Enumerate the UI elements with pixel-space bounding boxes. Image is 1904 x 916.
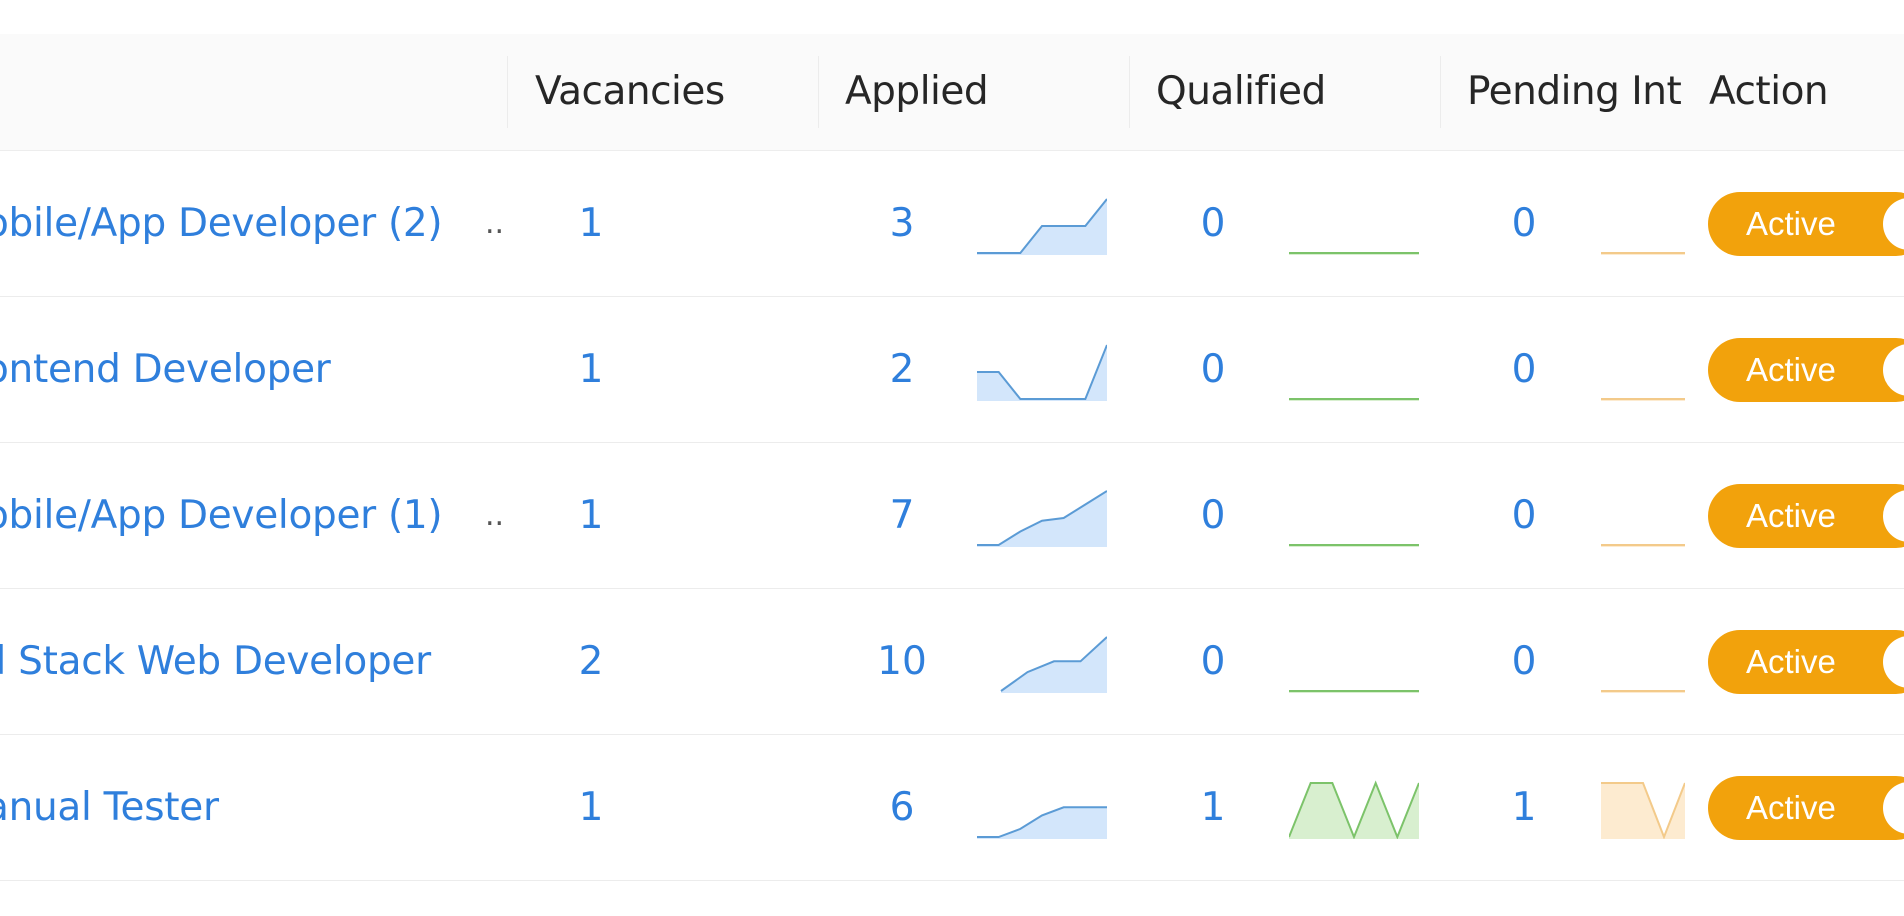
- applied-trend: [977, 806, 1107, 839]
- qualified-count[interactable]: 0: [1183, 297, 1243, 442]
- pending-interview-count[interactable]: 0: [1494, 589, 1554, 734]
- pending-sparkline: [1601, 195, 1685, 255]
- applied-trend-area: [1001, 637, 1107, 693]
- qualified-count[interactable]: 0: [1183, 443, 1243, 588]
- job-title-link[interactable]: ontend Developer: [0, 297, 331, 442]
- table-row: ontend Developer 1 2 0 0 Active: [0, 297, 1904, 443]
- table-row: obile/App Developer (2).. 1 3 0 0 Active: [0, 151, 1904, 297]
- column-header-action: Action: [1709, 69, 1829, 114]
- qualified-sparkline: [1289, 195, 1419, 255]
- toggle-knob: [1883, 344, 1904, 396]
- title-overflow-ellipsis: ..: [485, 498, 505, 533]
- toggle-knob: [1883, 782, 1904, 834]
- pending-interview-count[interactable]: 0: [1494, 443, 1554, 588]
- job-title-link[interactable]: ll Stack Web Developer: [0, 589, 431, 734]
- column-header-applied[interactable]: Applied: [845, 34, 989, 150]
- active-status-toggle[interactable]: Active: [1708, 192, 1904, 256]
- pending-interview-count[interactable]: 1: [1494, 735, 1554, 880]
- qualified-sparkline: [1289, 633, 1419, 693]
- pending-trend: [1601, 544, 1685, 547]
- active-status-toggle[interactable]: Active: [1708, 338, 1904, 402]
- table-row: obile/App Developer (1).. 1 7 0 0 Active: [0, 443, 1904, 589]
- toggle-knob: [1883, 636, 1904, 688]
- column-header-qualified[interactable]: Qualified: [1156, 34, 1326, 150]
- pending-trend: [1601, 252, 1685, 255]
- applied-sparkline: [977, 341, 1108, 401]
- applied-count[interactable]: 2: [872, 297, 932, 442]
- qualified-trend: [1288, 780, 1420, 840]
- qualified-trend: [1289, 398, 1419, 401]
- vacancies-count[interactable]: 1: [561, 151, 621, 296]
- column-separator: [507, 56, 508, 128]
- pending-trend: [1601, 398, 1685, 401]
- table-header: Vacancies Applied Qualified Pending Int …: [0, 34, 1904, 151]
- jobs-table: Vacancies Applied Qualified Pending Int …: [0, 34, 1904, 881]
- column-separator: [818, 56, 819, 128]
- table-body: obile/App Developer (2).. 1 3 0 0 Active onten…: [0, 151, 1904, 881]
- applied-trend: [1000, 636, 1108, 693]
- pending-trend-area: [1601, 783, 1685, 839]
- vacancies-count[interactable]: 1: [561, 297, 621, 442]
- pending-sparkline: [1601, 487, 1685, 547]
- column-header-vacancies[interactable]: Vacancies: [535, 34, 725, 150]
- toggle-knob: [1883, 490, 1904, 542]
- pending-trend: [1601, 782, 1686, 840]
- applied-count[interactable]: 10: [872, 589, 932, 734]
- job-title-link[interactable]: anual Tester: [0, 735, 219, 880]
- table-row: ll Stack Web Developer 2 10 0 0 Active: [0, 589, 1904, 735]
- pending-sparkline: [1601, 341, 1685, 401]
- vacancies-count[interactable]: 2: [561, 589, 621, 734]
- column-header-pending-interview[interactable]: Pending Int: [1467, 34, 1682, 150]
- active-status-toggle[interactable]: Active: [1708, 776, 1904, 840]
- title-overflow-ellipsis: ..: [485, 206, 505, 241]
- qualified-count[interactable]: 0: [1183, 589, 1243, 734]
- applied-trend-area: [977, 491, 1107, 547]
- qualified-trend: [1289, 544, 1419, 547]
- toggle-label: Active: [1746, 789, 1836, 826]
- applied-sparkline: [977, 487, 1108, 547]
- applied-count[interactable]: 6: [872, 735, 932, 880]
- pending-sparkline: [1601, 779, 1686, 840]
- pending-interview-count[interactable]: 0: [1494, 297, 1554, 442]
- toggle-label: Active: [1746, 205, 1836, 242]
- applied-sparkline: [977, 195, 1108, 255]
- qualified-sparkline: [1289, 341, 1419, 401]
- applied-trend: [977, 198, 1108, 255]
- pending-interview-count[interactable]: 0: [1494, 151, 1554, 296]
- vacancies-count[interactable]: 1: [561, 443, 621, 588]
- job-title-link[interactable]: obile/App Developer (1): [0, 443, 443, 588]
- active-status-toggle[interactable]: Active: [1708, 630, 1904, 694]
- table-row: anual Tester 1 6 1 1 Active: [0, 735, 1904, 881]
- toggle-label: Active: [1746, 497, 1836, 534]
- qualified-sparkline: [1289, 487, 1419, 547]
- active-status-toggle[interactable]: Active: [1708, 484, 1904, 548]
- applied-trend: [977, 490, 1108, 547]
- applied-sparkline: [977, 633, 1108, 693]
- qualified-sparkline: [1288, 779, 1420, 840]
- toggle-label: Active: [1746, 351, 1836, 388]
- toggle-knob: [1883, 198, 1904, 250]
- column-separator: [1440, 56, 1441, 128]
- vacancies-count[interactable]: 1: [561, 735, 621, 880]
- pending-trend: [1601, 690, 1685, 693]
- qualified-trend: [1289, 690, 1419, 693]
- pending-sparkline: [1601, 633, 1685, 693]
- qualified-trend: [1289, 252, 1419, 255]
- applied-count[interactable]: 7: [872, 443, 932, 588]
- qualified-count[interactable]: 1: [1183, 735, 1243, 880]
- column-separator: [1129, 56, 1130, 128]
- applied-sparkline: [977, 779, 1107, 839]
- toggle-label: Active: [1746, 643, 1836, 680]
- qualified-count[interactable]: 0: [1183, 151, 1243, 296]
- job-title-link[interactable]: obile/App Developer (2): [0, 151, 443, 296]
- applied-trend: [977, 344, 1108, 401]
- applied-trend-area: [977, 807, 1107, 839]
- applied-count[interactable]: 3: [872, 151, 932, 296]
